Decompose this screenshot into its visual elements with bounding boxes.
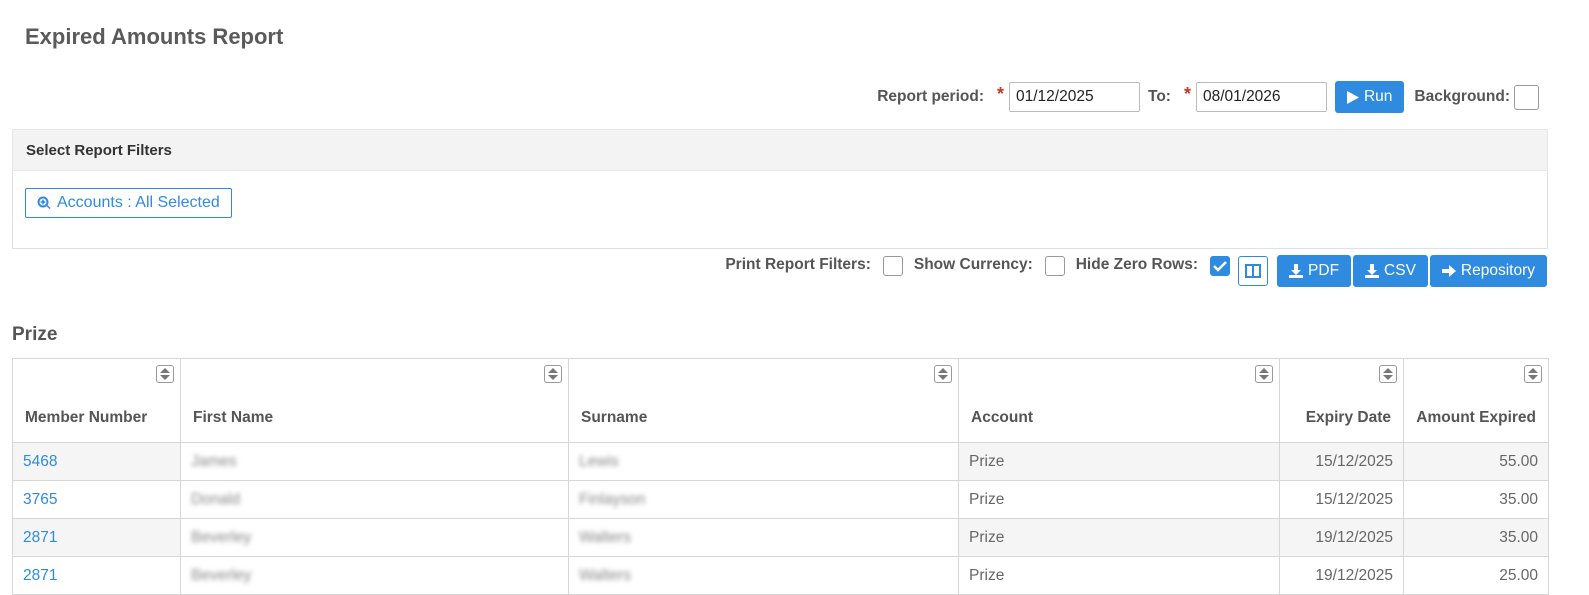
table-row: 2871 Beverley Walters Prize 19/12/2025 2… [12,556,1549,595]
account-cell: Prize [958,518,1280,557]
csv-download-button[interactable]: CSV [1353,255,1428,287]
hide-zero-rows-checkbox[interactable] [1210,256,1231,276]
account-cell: Prize [958,556,1280,595]
first-name-cell: James [180,442,569,481]
accounts-filter-label: Accounts : All Selected [57,194,220,211]
surname-text: Finlayson [579,490,646,508]
column-label: Expiry Date [1305,409,1391,426]
expiry-date-cell: 15/12/2025 [1279,480,1404,519]
first-name-text: Donald [191,490,241,508]
column-header-expiry-date[interactable]: Expiry Date [1279,358,1404,443]
csv-button-label: CSV [1384,262,1416,279]
first-name-cell: Beverley [180,556,569,595]
surname-text: Walters [579,528,631,546]
sort-icon[interactable] [156,365,174,383]
account-cell: Prize [958,480,1280,519]
sort-icon[interactable] [1524,365,1542,383]
column-label: Surname [581,409,648,426]
column-header-first-name[interactable]: First Name [180,358,569,443]
from-date-input[interactable] [1009,82,1140,112]
print-filters-checkbox[interactable] [882,256,903,276]
surname-cell: Walters [568,556,959,595]
column-label: Amount Expired [1416,409,1536,426]
column-header-amount-expired[interactable]: Amount Expired [1403,358,1549,443]
expiry-date-cell: 19/12/2025 [1279,556,1404,595]
checkmark-icon [1213,261,1227,272]
download-icon [1365,264,1380,278]
show-currency-label: Show Currency: [913,256,1033,273]
page-title: Expired Amounts Report [25,24,284,49]
surname-text: Lewis [579,452,619,470]
sort-icon[interactable] [934,365,952,383]
member-number-link[interactable]: 2871 [23,567,57,584]
pdf-download-button[interactable]: PDF [1277,255,1352,287]
first-name-cell: Donald [180,480,569,519]
report-options-bar: Print Report Filters: Show Currency: Hid… [725,255,1547,287]
amount-expired-cell: 25.00 [1403,556,1549,595]
member-number-cell[interactable]: 5468 [12,442,181,481]
filters-panel: Accounts : All Selected [12,171,1548,249]
column-header-member-number[interactable]: Member Number [12,358,181,443]
table-header-row: Member Number First Name Surname Account… [12,358,1549,443]
surname-text: Walters [579,566,631,584]
to-label: To: [1148,88,1171,105]
amount-expired-cell: 55.00 [1403,442,1549,481]
hide-zero-rows-label: Hide Zero Rows: [1075,256,1199,273]
member-number-cell[interactable]: 3765 [12,480,181,519]
member-number-cell[interactable]: 2871 [12,518,181,557]
table-row: 3765 Donald Finlayson Prize 15/12/2025 3… [12,480,1549,519]
sort-icon[interactable] [1379,365,1397,383]
amount-expired-cell: 35.00 [1403,480,1549,519]
report-table: Member Number First Name Surname Account… [12,358,1549,595]
expiry-date-cell: 19/12/2025 [1279,518,1404,557]
columns-toggle-button[interactable] [1238,256,1269,286]
column-label: Account [971,409,1033,426]
required-marker: * [996,83,1004,104]
sort-icon[interactable] [544,365,562,383]
column-label: First Name [193,409,274,426]
table-row: 2871 Beverley Walters Prize 19/12/2025 3… [12,518,1549,557]
column-label: Member Number [25,409,148,426]
first-name-cell: Beverley [180,518,569,557]
run-button-label: Run [1363,88,1393,105]
surname-cell: Walters [568,518,959,557]
run-button[interactable]: Run [1334,81,1405,113]
columns-icon [1245,264,1262,278]
sort-icon[interactable] [1255,365,1273,383]
play-icon [1346,90,1359,104]
required-marker: * [1183,83,1191,104]
member-number-link[interactable]: 2871 [23,529,57,546]
background-label: Background: [1414,88,1510,105]
column-header-surname[interactable]: Surname [568,358,959,443]
first-name-text: Beverley [191,528,252,546]
member-number-link[interactable]: 3765 [23,491,57,508]
report-period-label: Report period: [877,88,984,105]
accounts-filter-button[interactable]: Accounts : All Selected [25,188,232,218]
repository-button-label: Repository [1460,262,1535,279]
column-header-account[interactable]: Account [958,358,1280,443]
arrow-right-icon [1441,265,1456,277]
surname-cell: Lewis [568,442,959,481]
amount-expired-cell: 35.00 [1403,518,1549,557]
background-checkbox[interactable] [1514,84,1539,110]
pdf-button-label: PDF [1308,262,1340,279]
report-period-bar: Report period: * To: * Run Background: [877,81,1539,113]
filters-heading: Select Report Filters [12,129,1548,171]
to-date-input[interactable] [1195,82,1327,112]
show-currency-checkbox[interactable] [1044,256,1065,276]
first-name-text: Beverley [191,566,252,584]
table-row: 5468 James Lewis Prize 15/12/2025 55.00 [12,442,1549,481]
expiry-date-cell: 15/12/2025 [1279,442,1404,481]
repository-button[interactable]: Repository [1429,255,1547,287]
download-icon [1289,264,1304,278]
member-number-cell[interactable]: 2871 [12,556,181,595]
zoom-in-icon [37,196,51,209]
first-name-text: James [191,452,237,470]
account-cell: Prize [958,442,1280,481]
surname-cell: Finlayson [568,480,959,519]
print-filters-label: Print Report Filters: [725,256,871,273]
section-title: Prize [12,324,58,345]
member-number-link[interactable]: 5468 [23,453,57,470]
